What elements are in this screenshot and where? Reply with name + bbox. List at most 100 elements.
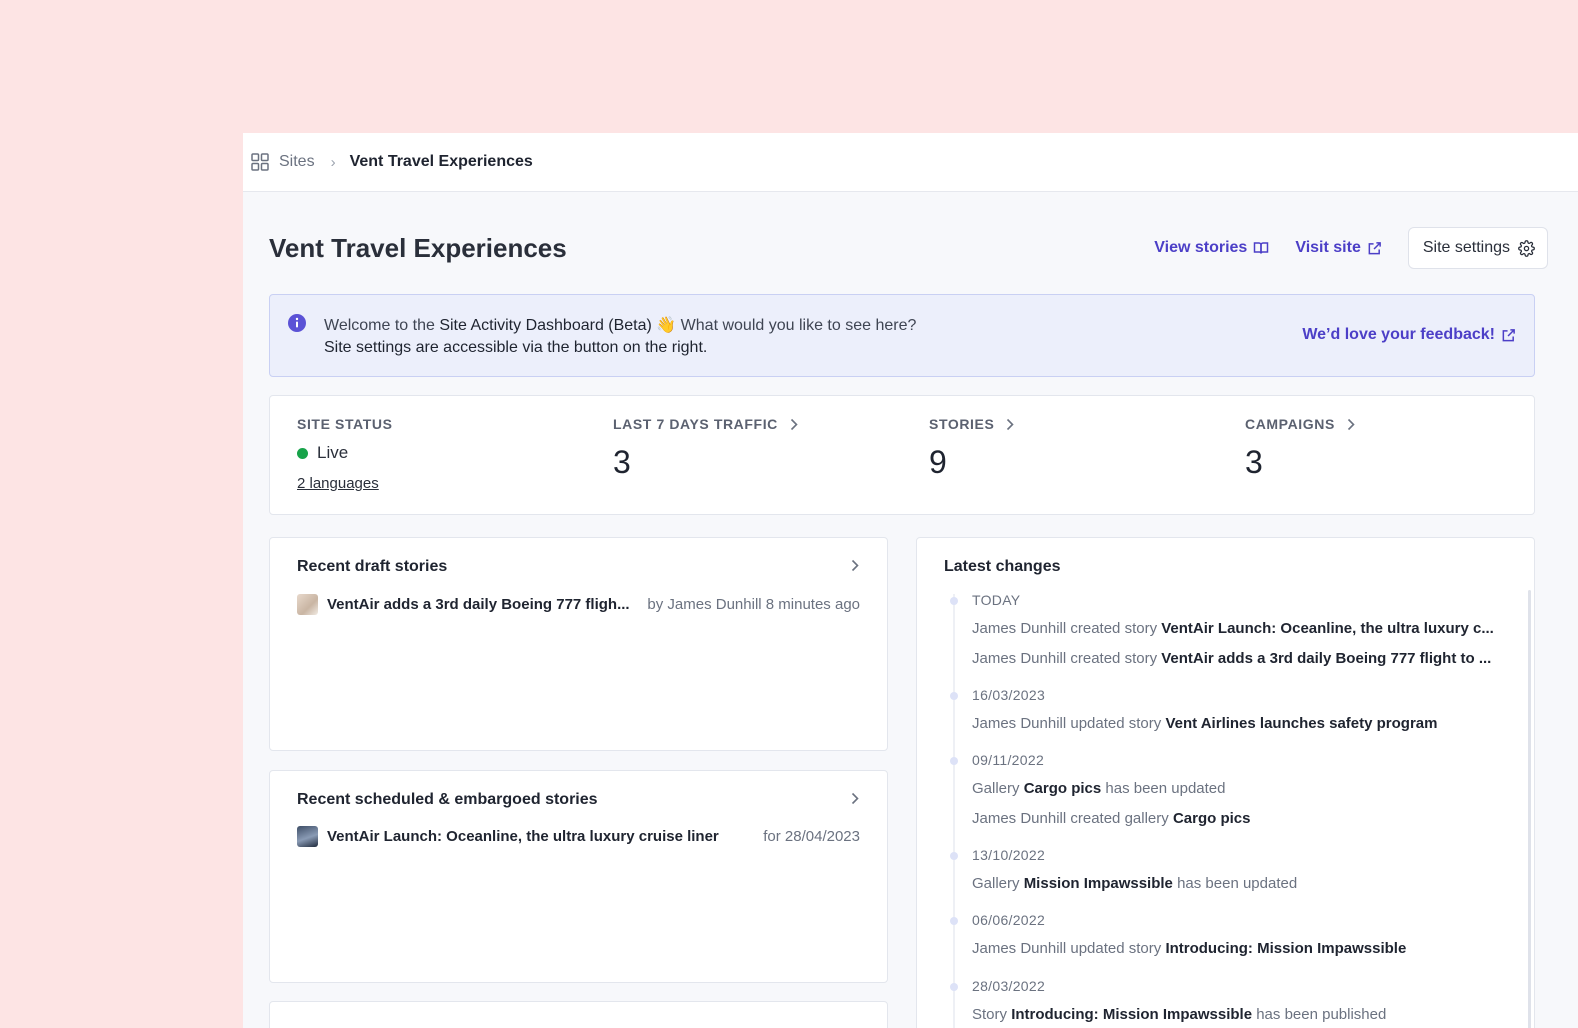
change-date: 06/06/2022 xyxy=(972,912,1046,928)
change-text: James Dunhill created story xyxy=(972,620,1162,637)
breadcrumb-sites-link[interactable]: Sites xyxy=(279,153,315,171)
gear-icon xyxy=(1518,239,1535,257)
live-dot-icon xyxy=(297,447,308,459)
change-text: James Dunhill updated story xyxy=(972,940,1166,957)
change-item[interactable]: James Dunhill updated story Introducing:… xyxy=(972,940,1504,957)
changes-title: Latest changes xyxy=(944,558,1061,575)
change-target: Cargo pics xyxy=(1023,780,1102,797)
change-target: Introducing: Mission Impawssible xyxy=(1011,1006,1253,1023)
timeline-dot xyxy=(950,917,958,925)
story-title: VentAir adds a 3rd daily Boeing 777 flig… xyxy=(327,596,630,613)
story-meta: for 28/04/2023 xyxy=(763,828,860,845)
chevron-right-icon xyxy=(790,418,798,430)
change-item[interactable]: Gallery Mission Impawssible has been upd… xyxy=(972,875,1504,892)
story-title: VentAir Launch: Oceanline, the ultra lux… xyxy=(327,828,719,845)
campaigns-label: CAMPAIGNS xyxy=(1245,416,1335,432)
recent-drafts-card: Recent draft stories VentAir adds a 3rd … xyxy=(269,537,888,751)
info-icon xyxy=(288,314,306,332)
list-item[interactable]: VentAir adds a 3rd daily Boeing 777 flig… xyxy=(297,594,860,615)
chevron-right-icon[interactable] xyxy=(851,792,859,805)
change-target: Introducing: Mission Impawssible xyxy=(1165,940,1407,957)
campaigns-stat[interactable]: CAMPAIGNS 3 xyxy=(1245,416,1355,481)
external-link-icon xyxy=(1502,328,1515,341)
banner-dashboard-name: Site Activity Dashboard (Beta) xyxy=(439,317,652,334)
change-item[interactable]: James Dunhill created story VentAir Laun… xyxy=(972,620,1504,637)
chevron-right-icon xyxy=(1007,418,1015,430)
change-text: Gallery xyxy=(972,875,1024,892)
grid-icon xyxy=(251,153,269,171)
change-text: Story xyxy=(972,1006,1012,1023)
page-header: Vent Travel Experiences View stories Vis… xyxy=(269,227,1548,269)
timeline-dot xyxy=(950,597,958,605)
wave-emoji: 👋 xyxy=(656,317,677,334)
timeline-dot xyxy=(950,757,958,765)
banner-question: What would you like to see here? xyxy=(676,317,917,334)
external-link-icon xyxy=(1368,241,1381,254)
traffic-label: LAST 7 DAYS TRAFFIC xyxy=(613,416,778,432)
change-date: 13/10/2022 xyxy=(972,847,1046,863)
site-settings-label: Site settings xyxy=(1422,239,1510,256)
stats-panel: SITE STATUS Live 2 languages LAST 7 DAYS… xyxy=(269,395,1535,515)
change-target: Mission Impawssible xyxy=(1023,875,1173,892)
change-text: Gallery xyxy=(972,780,1024,797)
book-icon xyxy=(1254,242,1269,254)
change-suffix: has been updated xyxy=(1172,875,1298,892)
view-stories-label: View stories xyxy=(1154,239,1248,256)
visit-site-link[interactable]: Visit site xyxy=(1295,239,1382,257)
traffic-value: 3 xyxy=(613,444,631,480)
stories-stat[interactable]: STORIES 9 xyxy=(929,416,1015,481)
change-target: VentAir adds a 3rd daily Boeing 777 flig… xyxy=(1161,650,1492,667)
visit-site-label: Visit site xyxy=(1295,239,1361,256)
banner-text: Welcome to the Site Activity Dashboard (… xyxy=(324,315,916,359)
timeline-line xyxy=(953,594,955,1028)
story-meta: by James Dunhill 8 minutes ago xyxy=(647,596,860,613)
timeline-dot xyxy=(950,983,958,991)
app-window: Sites › Vent Travel Experiences Vent Tra… xyxy=(243,133,1578,1028)
recent-scheduled-card: Recent scheduled & embargoed stories Ven… xyxy=(269,770,888,983)
change-target: Vent Airlines launches safety program xyxy=(1165,715,1438,732)
change-item[interactable]: James Dunhill updated story Vent Airline… xyxy=(972,715,1504,732)
story-thumbnail xyxy=(297,594,318,615)
scheduled-title: Recent scheduled & embargoed stories xyxy=(297,791,598,808)
change-date: TODAY xyxy=(972,592,1021,608)
change-text: James Dunhill updated story xyxy=(972,715,1166,732)
next-card xyxy=(269,1001,888,1028)
languages-link[interactable]: 2 languages xyxy=(297,475,379,492)
stories-label: STORIES xyxy=(929,416,995,432)
change-target: VentAir Launch: Oceanline, the ultra lux… xyxy=(1161,620,1494,637)
change-date: 28/03/2022 xyxy=(972,978,1046,994)
change-text: James Dunhill created gallery xyxy=(972,810,1173,827)
chevron-right-icon: › xyxy=(330,153,336,171)
scrollbar[interactable] xyxy=(1528,590,1531,1028)
timeline-dot xyxy=(950,692,958,700)
site-settings-button[interactable]: Site settings xyxy=(1407,227,1548,269)
traffic-stat[interactable]: LAST 7 DAYS TRAFFIC 3 xyxy=(613,416,798,481)
view-stories-link[interactable]: View stories xyxy=(1154,239,1269,257)
breadcrumb: Sites › Vent Travel Experiences xyxy=(243,133,1578,192)
change-date: 16/03/2023 xyxy=(972,687,1046,703)
change-suffix: has been published xyxy=(1252,1006,1387,1023)
feedback-link[interactable]: We’d love your feedback! xyxy=(1302,326,1516,344)
breadcrumb-current: Vent Travel Experiences xyxy=(349,153,533,170)
chevron-right-icon xyxy=(1347,418,1355,430)
story-thumbnail xyxy=(297,826,318,847)
stories-value: 9 xyxy=(929,444,947,480)
change-item[interactable]: James Dunhill created gallery Cargo pics xyxy=(972,810,1504,827)
welcome-banner: Welcome to the Site Activity Dashboard (… xyxy=(269,294,1535,377)
change-item[interactable]: Story Introducing: Mission Impawssible h… xyxy=(972,1006,1504,1023)
timeline-dot xyxy=(950,852,958,860)
banner-line2: Site settings are accessible via the but… xyxy=(324,339,708,356)
site-status-stat: SITE STATUS Live 2 languages xyxy=(297,416,393,493)
chevron-right-icon[interactable] xyxy=(851,559,859,572)
page-title: Vent Travel Experiences xyxy=(269,232,567,263)
change-text: James Dunhill created story xyxy=(972,650,1162,667)
banner-prefix: Welcome to the xyxy=(324,317,440,334)
change-item[interactable]: James Dunhill created story VentAir adds… xyxy=(972,650,1504,667)
site-status-label: SITE STATUS xyxy=(297,416,393,432)
drafts-title: Recent draft stories xyxy=(297,558,448,575)
status-badge: Live xyxy=(297,443,393,463)
change-target: Cargo pics xyxy=(1172,810,1251,827)
change-item[interactable]: Gallery Cargo pics has been updated xyxy=(972,780,1504,797)
change-date: 09/11/2022 xyxy=(972,752,1045,768)
list-item[interactable]: VentAir Launch: Oceanline, the ultra lux… xyxy=(297,826,860,847)
